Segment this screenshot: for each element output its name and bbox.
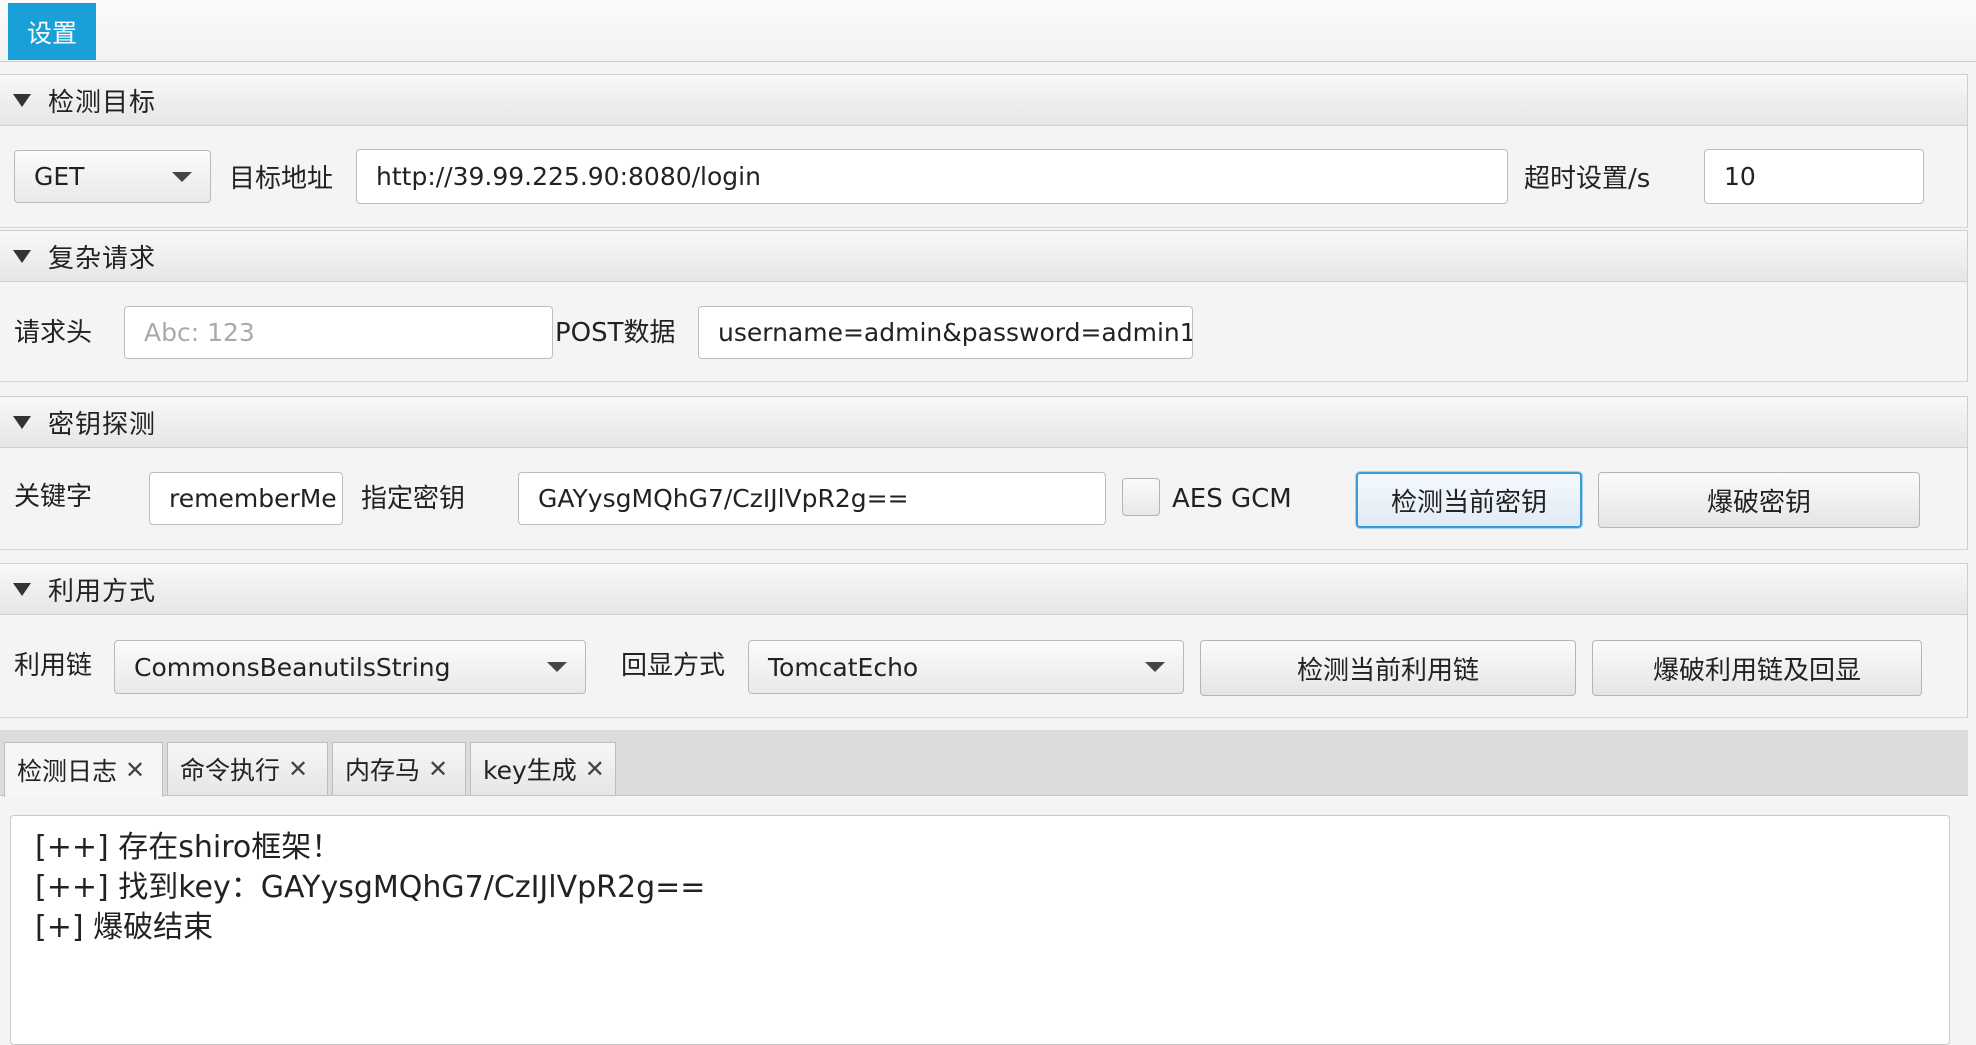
chevron-down-icon — [172, 171, 192, 182]
headers-input[interactable]: Abc: 123 — [124, 306, 553, 359]
section-title: 检测目标 — [48, 87, 157, 118]
tab-label: 检测日志 — [17, 757, 118, 786]
gadget-chain-label: 利用链 — [14, 651, 93, 681]
http-method-select[interactable]: GET — [14, 150, 211, 203]
brute-key-button[interactable]: 爆破密钥 — [1598, 472, 1920, 528]
close-icon[interactable]: ✕ — [288, 755, 308, 783]
check-key-button[interactable]: 检测当前密钥 — [1356, 472, 1582, 528]
brute-chain-button[interactable]: 爆破利用链及回显 — [1592, 640, 1922, 696]
log-line: [++] 找到key：GAYysgMQhG7/CzIJlVpR2g== — [35, 870, 706, 905]
tab-detection-log[interactable]: 检测日志 ✕ — [4, 742, 163, 797]
chevron-down-icon — [1145, 662, 1165, 672]
tab-label: key生成 — [483, 756, 577, 785]
headers-label: 请求头 — [14, 318, 93, 348]
section-header-target[interactable]: 检测目标 — [0, 74, 1968, 126]
collapse-triangle-icon — [13, 415, 31, 429]
log-line: [+] 爆破结束 — [35, 910, 214, 945]
section-title: 复杂请求 — [48, 243, 157, 274]
specified-key-label: 指定密钥 — [361, 484, 466, 514]
log-line: [++] 存在shiro框架！ — [35, 830, 342, 865]
tab-label: 命令执行 — [180, 756, 281, 785]
log-output[interactable]: [++] 存在shiro框架！ [++] 找到key：GAYysgMQhG7/C… — [10, 815, 1950, 1045]
echo-method-select[interactable]: TomcatEcho — [748, 640, 1184, 694]
menu-bar — [0, 0, 1976, 62]
keyword-input[interactable]: rememberMe — [149, 472, 343, 525]
timeout-input[interactable]: 10 — [1704, 149, 1924, 204]
post-data-label: POST数据 — [555, 318, 676, 348]
collapse-triangle-icon — [13, 93, 31, 107]
section-title: 密钥探测 — [48, 409, 157, 440]
tab-label: 内存马 — [345, 756, 421, 785]
http-method-value: GET — [34, 162, 85, 191]
section-header-exploit[interactable]: 利用方式 — [0, 563, 1968, 615]
tab-memory-shell[interactable]: 内存马 ✕ — [332, 742, 466, 795]
keyword-label: 关键字 — [14, 482, 93, 512]
specified-key-input[interactable]: GAYysgMQhG7/CzIJlVpR2g== — [518, 472, 1106, 525]
chevron-down-icon — [547, 662, 567, 672]
tab-command-exec[interactable]: 命令执行 ✕ — [167, 742, 328, 795]
timeout-label: 超时设置/s — [1524, 164, 1651, 194]
post-data-input[interactable]: username=admin&password=admin123 — [698, 306, 1193, 359]
aes-gcm-checkbox[interactable] — [1122, 478, 1160, 516]
target-url-input[interactable]: http://39.99.225.90:8080/login — [356, 149, 1508, 204]
aes-gcm-label: AES GCM — [1172, 483, 1292, 514]
close-icon[interactable]: ✕ — [585, 755, 605, 783]
section-header-key[interactable]: 密钥探测 — [0, 396, 1968, 448]
menu-settings[interactable]: 设置 — [8, 3, 96, 60]
section-title: 利用方式 — [48, 576, 157, 607]
close-icon[interactable]: ✕ — [125, 756, 145, 784]
section-header-complex[interactable]: 复杂请求 — [0, 230, 1968, 282]
tab-key-generate[interactable]: key生成 ✕ — [470, 742, 616, 795]
echo-method-value: TomcatEcho — [768, 652, 919, 682]
target-url-label: 目标地址 — [229, 164, 334, 194]
echo-method-label: 回显方式 — [621, 651, 726, 681]
check-chain-button[interactable]: 检测当前利用链 — [1200, 640, 1576, 696]
collapse-triangle-icon — [13, 249, 31, 263]
gadget-chain-value: CommonsBeanutilsString — [134, 652, 451, 682]
close-icon[interactable]: ✕ — [428, 755, 448, 783]
gadget-chain-select[interactable]: CommonsBeanutilsString — [114, 640, 586, 694]
collapse-triangle-icon — [13, 582, 31, 596]
